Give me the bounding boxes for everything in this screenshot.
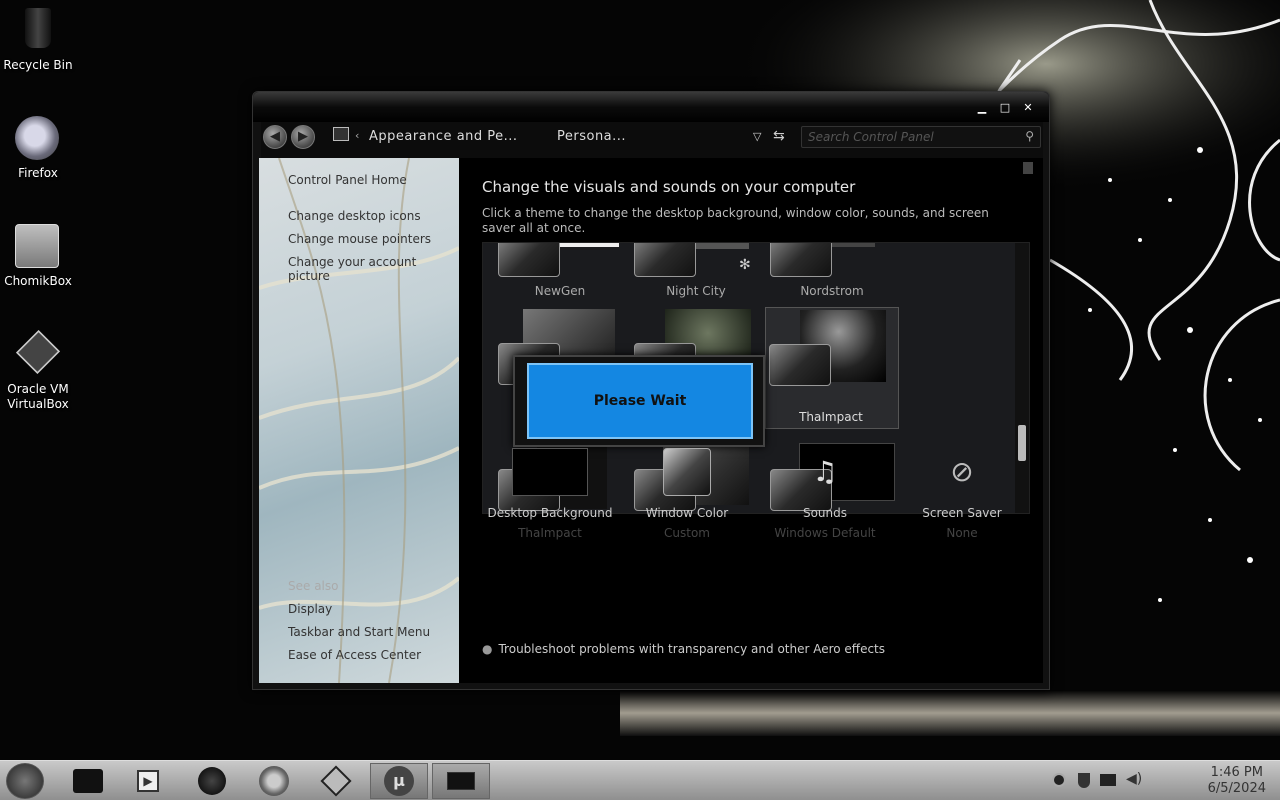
address-icon [333,127,349,141]
taskbar-item-browser[interactable] [186,763,238,799]
tile-title: Sounds [802,506,848,520]
clock-time: 1:46 PM [1210,765,1263,780]
theme-label: Night City [666,284,726,298]
control-panel-icon [447,772,475,790]
theme-label: Nordstrom [800,284,864,298]
change-account-picture-link[interactable]: Change your account picture [288,255,459,283]
window-titlebar[interactable]: ▁ □ ✕ [253,92,1049,122]
display-link[interactable]: Display [288,602,332,616]
tile-title: Window Color [645,506,729,520]
window-color-tile[interactable]: Window Color Custom [619,448,755,540]
see-also-heading: See also [288,579,339,593]
ease-of-access-link[interactable]: Ease of Access Center [288,648,421,662]
please-wait-dialog: Please Wait [513,355,765,447]
tile-title: Desktop Background [487,506,613,520]
minimize-button[interactable]: ▁ [975,102,989,114]
maximize-button[interactable]: □ [998,102,1012,114]
virtualbox-icon [15,329,61,378]
taskbar-item-utorrent[interactable]: µ [370,763,428,799]
screen-saver-tile[interactable]: ⊘ Screen Saver None [894,448,1030,540]
theme-item-thaimpact[interactable]: ThaImpact [765,307,899,429]
desktop-background-preview [512,448,588,496]
scroll-up-indicator[interactable] [1023,162,1033,174]
chevron-left-icon: ‹ [355,129,360,142]
tile-value: Windows Default [774,526,876,540]
taskbar: ▶ µ ◀) 1:46 PM 6/5/2024 [0,760,1280,800]
sounds-tile[interactable]: ♫ Sounds Windows Default [757,448,893,540]
bug-icon: ✻ [739,257,751,273]
folder-icon [73,769,103,793]
desktop-icon-firefox[interactable]: Firefox [0,116,76,181]
window-color-preview [663,448,711,496]
desktop-icon-label: Firefox [18,166,58,180]
theme-swatch [770,243,832,277]
dropdown-arrow-icon[interactable]: ▽ [753,130,761,143]
theme-swatch [498,243,560,277]
troubleshoot-link[interactable]: ● Troubleshoot problems with transparency… [482,642,885,656]
desktop-icon-label: Oracle VM VirtualBox [7,382,69,411]
screen-saver-icon: ⊘ [950,455,974,488]
tile-value: None [946,526,978,540]
tray-network-icon[interactable] [1052,773,1066,787]
desktop-icon-recycle-bin[interactable]: Recycle Bin [0,8,76,73]
desktop-icon-label: ChomikBox [4,274,72,288]
system-clock[interactable]: 1:46 PM 6/5/2024 [1208,765,1266,797]
page-description: Click a theme to change the desktop back… [482,206,989,235]
sidebar: Control Panel Home Change desktop icons … [259,158,459,683]
start-button[interactable] [6,763,44,799]
please-wait-message: Please Wait [527,363,753,439]
refresh-icon[interactable]: ⇆ [773,128,785,144]
taskbar-item-virtualbox[interactable] [310,763,362,799]
page-title: Change the visuals and sounds on your co… [482,178,856,196]
tile-title: Screen Saver [922,506,1002,520]
forward-button[interactable]: ▶ [291,125,315,149]
taskbar-item-folder[interactable] [62,763,114,799]
desktop-icon-chomikbox[interactable]: ChomikBox [0,224,76,289]
taskbar-start-menu-link[interactable]: Taskbar and Start Menu [288,625,430,639]
chomikbox-icon [15,224,61,270]
personalization-window: ▁ □ ✕ ◀ ▶ ‹ Appearance and Pe... Persona… [252,91,1050,690]
recycle-bin-icon [15,8,61,54]
help-icon: ● [482,642,493,656]
taskbar-item-control-panel[interactable] [432,763,490,799]
troubleshoot-label: Troubleshoot problems with transparency … [498,642,886,656]
main-content: Change the visuals and sounds on your co… [459,158,1043,683]
taskbar-item-media-player[interactable]: ▶ [122,763,174,799]
control-panel-home-link[interactable]: Control Panel Home [288,173,407,187]
search-icon[interactable]: ⚲ [1025,129,1034,143]
clock-date: 6/5/2024 [1207,781,1266,796]
desktop-icon-virtualbox[interactable]: Oracle VM VirtualBox [0,329,76,412]
change-mouse-pointers-link[interactable]: Change mouse pointers [288,232,431,246]
address-bar: ◀ ▶ ‹ Appearance and Pe... Persona... ▽ … [261,122,1043,158]
search-placeholder: Search Control Panel [808,130,934,144]
globe-icon [198,767,226,795]
desktop-background-tile[interactable]: Desktop Background ThaImpact [482,448,618,540]
theme-item-nordstrom[interactable]: Nordstrom [755,243,885,298]
breadcrumb-personalization[interactable]: Persona... [557,129,626,144]
theme-swatch [769,344,831,386]
theme-label: NewGen [534,284,586,298]
change-desktop-icons-link[interactable]: Change desktop icons [288,209,421,223]
theme-swatch [634,243,696,277]
sounds-icon: ♫ [812,455,838,488]
tray-monitor-icon[interactable] [1100,774,1116,786]
close-button[interactable]: ✕ [1021,102,1035,114]
virtualbox-icon [320,765,352,797]
theme-label: ThaImpact [799,410,863,424]
tile-value: Custom [664,526,710,540]
tray-volume-icon[interactable]: ◀) [1126,771,1142,787]
firefox-icon [15,116,61,162]
play-icon: ▶ [137,770,159,792]
breadcrumb-appearance[interactable]: Appearance and Pe... [369,129,518,144]
tray-shield-icon[interactable] [1078,773,1090,788]
search-input[interactable]: Search Control Panel ⚲ [801,126,1041,148]
utorrent-icon: µ [384,766,414,796]
back-button[interactable]: ◀ [263,125,287,149]
theme-item-newgen[interactable]: NewGen [483,243,619,298]
taskbar-item-firefox[interactable] [248,763,300,799]
desktop-icon-label: Recycle Bin [3,58,73,72]
firefox-icon [259,766,289,796]
theme-item-night-city[interactable]: ✻ Night City [619,243,751,298]
tile-value: ThaImpact [518,526,582,540]
